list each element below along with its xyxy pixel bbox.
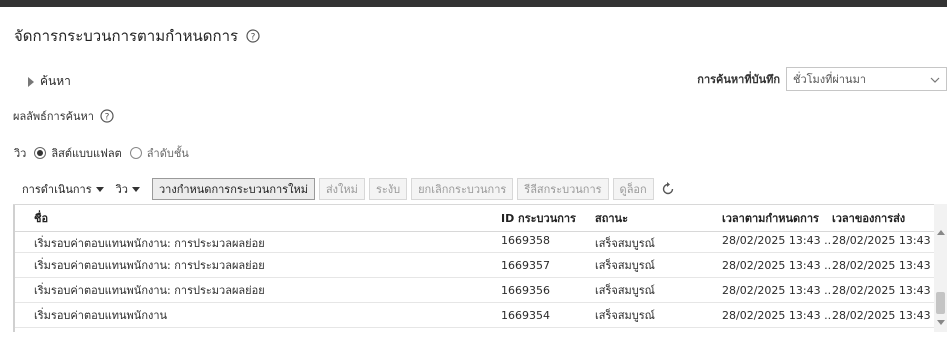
view-mode-label: วิว	[14, 147, 27, 160]
table-row[interactable]: เริ่มรอบค่าตอบแทนพนักงาน: การประมวลผลย่อ…	[13, 253, 943, 278]
table-row[interactable]: เริ่มรอบค่าตอบแทนพนักงาน 1669354 เสร็จสม…	[13, 303, 943, 328]
cell-scheduled-time: 28/02/2025 13:43 ...	[722, 234, 832, 247]
help-icon[interactable]: ?	[100, 109, 114, 123]
cell-name: เริ่มรอบค่าตอบแทนพนักงาน: การประมวลผลย่อ…	[34, 259, 265, 272]
results-heading: ผลลัพธ์การค้นหา ?	[13, 107, 114, 125]
cell-scheduled-time: 28/02/2025 13:43 ...	[722, 308, 832, 322]
resubmit-button[interactable]: ส่งใหม่	[318, 178, 365, 200]
view-menu-label: วิว	[115, 183, 128, 196]
svg-text:?: ?	[251, 33, 256, 43]
radio-hierarchy[interactable]: ลำดับชั้น	[129, 144, 189, 162]
view-menu[interactable]: วิว	[116, 180, 140, 198]
cell-status: เสร็จสมบูรณ์	[595, 237, 655, 250]
column-header-submission-time[interactable]: เวลาของการส่ง	[832, 209, 943, 227]
saved-search-label: การค้นหาที่บันทึก	[697, 73, 780, 86]
saved-search-control: การค้นหาที่บันทึก ชั่วโมงที่ผ่านมา	[697, 67, 947, 91]
search-disclosure[interactable]: ค้นหา	[28, 72, 71, 91]
view-log-button[interactable]: ดูล็อก	[612, 178, 654, 200]
cancel-process-button[interactable]: ยกเลิกกระบวนการ	[411, 178, 514, 200]
radio-hierarchy-label: ลำดับชั้น	[146, 147, 189, 160]
cell-process-id: 1669356	[501, 283, 550, 297]
search-toggle-label: ค้นหา	[40, 74, 71, 88]
cell-submission-time: 28/02/2025 13:43 ...	[832, 234, 943, 247]
table-header-row: ชื่อ ID กระบวนการ สถานะ เวลาตามกำหนดการ …	[13, 205, 943, 232]
cell-scheduled-time: 28/02/2025 13:43 ...	[722, 283, 832, 297]
view-mode-group: วิว ลิสต์แบบแฟลต ลำดับชั้น	[14, 144, 189, 162]
cell-name: เริ่มรอบค่าตอบแทนพนักงาน	[34, 309, 168, 322]
cell-process-id: 1669354	[501, 308, 550, 322]
chevron-down-icon	[930, 73, 940, 86]
table-row[interactable]: เริ่มรอบค่าตอบแทนพนักงาน: การประมวลผลย่อ…	[13, 232, 943, 253]
svg-text:?: ?	[105, 113, 110, 123]
scroll-down-icon[interactable]	[937, 320, 945, 325]
radio-selected-icon	[34, 147, 47, 159]
cell-name: เริ่มรอบค่าตอบแทนพนักงาน: การประมวลผลย่อ…	[34, 284, 265, 297]
cell-status: เสร็จสมบูรณ์	[595, 309, 655, 322]
hold-button[interactable]: ระงับ	[368, 178, 408, 200]
table-scrollbar[interactable]	[934, 204, 947, 332]
scrollbar-thumb[interactable]	[936, 292, 945, 314]
radio-flat-list[interactable]: ลิสต์แบบแฟลต	[34, 144, 122, 162]
saved-search-select[interactable]: ชั่วโมงที่ผ่านมา	[786, 67, 947, 91]
cell-submission-time: 28/02/2025 13:43 ...	[832, 308, 943, 322]
release-process-button[interactable]: รีลีสกระบวนการ	[517, 178, 609, 200]
processes-table: ชื่อ ID กระบวนการ สถานะ เวลาตามกำหนดการ …	[13, 204, 943, 332]
column-header-status[interactable]: สถานะ	[595, 209, 722, 227]
refresh-icon[interactable]	[660, 181, 676, 197]
cell-submission-time: 28/02/2025 13:43 ...	[832, 283, 943, 297]
actions-menu-label: การดำเนินการ	[22, 183, 92, 196]
cell-name: เริ่มรอบค่าตอบแทนพนักงาน: การประมวลผลย่อ…	[34, 237, 265, 250]
results-label: ผลลัพธ์การค้นหา	[13, 110, 94, 123]
caret-down-icon	[95, 186, 104, 192]
cell-status: เสร็จสมบูรณ์	[595, 259, 655, 272]
radio-flat-list-label: ลิสต์แบบแฟลต	[51, 147, 122, 160]
scroll-up-icon[interactable]	[937, 230, 945, 235]
column-header-name[interactable]: ชื่อ	[13, 209, 501, 227]
caret-down-icon	[131, 186, 140, 192]
column-header-scheduled-time[interactable]: เวลาตามกำหนดการ	[722, 209, 832, 227]
schedule-new-process-button[interactable]: วางกำหนดการกระบวนการใหม่	[151, 178, 315, 200]
table-row[interactable]: เริ่มรอบค่าตอบแทนพนักงาน: การประมวลผลย่อ…	[13, 278, 943, 303]
radio-unselected-icon	[129, 147, 142, 159]
top-bar	[0, 0, 947, 7]
saved-search-value: ชั่วโมงที่ผ่านมา	[793, 73, 866, 86]
cell-scheduled-time: 28/02/2025 13:43 ...	[722, 258, 832, 272]
column-header-process-id[interactable]: ID กระบวนการ	[501, 209, 595, 227]
page-header: จัดการกระบวนการตามกำหนดการ ?	[14, 24, 260, 48]
cell-process-id: 1669357	[501, 258, 550, 272]
table-left-border	[13, 205, 15, 332]
cell-submission-time: 28/02/2025 13:43 ...	[832, 258, 943, 272]
expand-triangle-icon	[28, 76, 34, 87]
page-title: จัดการกระบวนการตามกำหนดการ	[14, 27, 239, 45]
cell-status: เสร็จสมบูรณ์	[595, 284, 655, 297]
help-icon[interactable]: ?	[246, 29, 260, 43]
table-toolbar: การดำเนินการ วิว วางกำหนดการกระบวนการใหม…	[22, 178, 676, 200]
cell-process-id: 1669358	[501, 234, 550, 247]
actions-menu[interactable]: การดำเนินการ	[22, 180, 104, 198]
